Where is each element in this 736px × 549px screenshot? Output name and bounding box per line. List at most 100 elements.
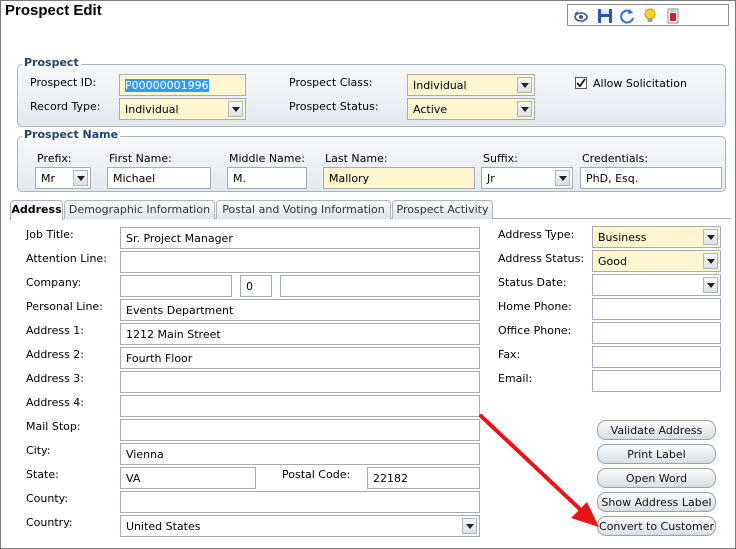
- state-field[interactable]: VA: [120, 467, 256, 489]
- prospect-status-value: Active: [413, 103, 448, 116]
- view-icon[interactable]: [573, 8, 589, 24]
- postal-code-field[interactable]: 22182: [367, 467, 480, 489]
- suffix-value: Jr: [487, 172, 495, 185]
- suffix-select[interactable]: Jr: [481, 167, 573, 189]
- county-field[interactable]: [120, 491, 480, 513]
- address1-label: Address 1:: [26, 324, 85, 337]
- country-value: United States: [126, 520, 201, 533]
- state-label: State:: [26, 468, 59, 481]
- first-name-label: First Name:: [109, 152, 172, 165]
- country-select[interactable]: United States: [120, 515, 480, 537]
- chevron-down-icon[interactable]: [517, 77, 532, 93]
- attention-line-field[interactable]: [120, 251, 480, 273]
- address-status-select[interactable]: Good: [592, 250, 721, 272]
- city-field[interactable]: Vienna: [120, 443, 480, 465]
- first-name-field[interactable]: Michael: [107, 167, 211, 189]
- refresh-icon[interactable]: [619, 8, 635, 24]
- record-type-select[interactable]: Individual: [119, 98, 246, 120]
- lightbulb-icon[interactable]: [642, 8, 658, 24]
- tab-prospect-activity[interactable]: Prospect Activity: [392, 200, 493, 219]
- suffix-label: Suffix:: [483, 152, 518, 165]
- address4-field[interactable]: [120, 395, 480, 417]
- validate-address-button[interactable]: Validate Address: [597, 420, 716, 440]
- convert-to-customer-button[interactable]: Convert to Customer: [597, 516, 716, 536]
- tab-demographic-information[interactable]: Demographic Information: [64, 200, 215, 219]
- email-field[interactable]: [592, 370, 721, 392]
- country-label: Country:: [26, 516, 73, 529]
- address-type-label: Address Type:: [498, 228, 575, 241]
- job-title-label: Job Title:: [26, 228, 74, 241]
- prospect-class-select[interactable]: Individual: [407, 74, 535, 96]
- chevron-down-icon[interactable]: [517, 101, 532, 117]
- company-name-field[interactable]: [280, 275, 480, 297]
- personal-line-label: Personal Line:: [26, 300, 103, 313]
- address4-label: Address 4:: [26, 396, 85, 409]
- company-label: Company:: [26, 276, 82, 289]
- email-label: Email:: [498, 372, 533, 385]
- company-number-field[interactable]: 0: [240, 275, 272, 297]
- toolbar: [567, 4, 729, 26]
- office-phone-field[interactable]: [592, 322, 721, 344]
- prospect-group-title: Prospect: [22, 56, 81, 69]
- print-label-button[interactable]: Print Label: [597, 444, 716, 464]
- fax-field[interactable]: [592, 346, 721, 368]
- address2-field[interactable]: Fourth Floor: [120, 347, 480, 369]
- chevron-down-icon[interactable]: [703, 253, 718, 269]
- address-type-value: Business: [598, 231, 647, 244]
- address3-label: Address 3:: [26, 372, 85, 385]
- last-name-label: Last Name:: [325, 152, 388, 165]
- fax-label: Fax:: [498, 348, 521, 361]
- record-type-label: Record Type:: [30, 100, 101, 113]
- last-name-field[interactable]: Mallory: [323, 167, 475, 189]
- tab-address[interactable]: Address: [10, 200, 63, 220]
- company-field[interactable]: [120, 275, 232, 297]
- prospect-status-label: Prospect Status:: [289, 100, 379, 113]
- allow-solicitation-label: Allow Solicitation: [593, 77, 687, 90]
- address1-field[interactable]: 1212 Main Street: [120, 323, 480, 345]
- save-icon[interactable]: [597, 8, 613, 24]
- show-address-label-button[interactable]: Show Address Label: [597, 492, 716, 512]
- prefix-value: Mr: [41, 172, 56, 185]
- credentials-label: Credentials:: [582, 152, 649, 165]
- prefix-label: Prefix:: [37, 152, 72, 165]
- allow-solicitation-checkbox[interactable]: [575, 77, 587, 89]
- address-status-label: Address Status:: [498, 252, 585, 265]
- prospect-class-label: Prospect Class:: [289, 76, 373, 89]
- city-label: City:: [26, 444, 51, 457]
- prospect-id-value: P00000001996: [125, 79, 209, 92]
- mail-stop-field[interactable]: [120, 419, 480, 441]
- status-date-field[interactable]: [592, 274, 721, 296]
- prospect-id-field[interactable]: P00000001996: [119, 74, 246, 96]
- record-type-value: Individual: [125, 103, 179, 116]
- middle-name-field[interactable]: M.: [227, 167, 307, 189]
- status-date-label: Status Date:: [498, 276, 567, 289]
- prospect-status-select[interactable]: Active: [407, 98, 535, 120]
- postal-code-label: Postal Code:: [282, 468, 351, 481]
- chevron-down-icon[interactable]: [703, 229, 718, 245]
- tab-postal-and-voting-information[interactable]: Postal and Voting Information: [216, 200, 391, 219]
- office-phone-label: Office Phone:: [498, 324, 572, 337]
- personal-line-field[interactable]: Events Department: [120, 299, 480, 321]
- address3-field[interactable]: [120, 371, 480, 393]
- credentials-field[interactable]: PhD, Esq.: [580, 167, 722, 189]
- prospect-class-value: Individual: [413, 79, 467, 92]
- address2-label: Address 2:: [26, 348, 85, 361]
- prospect-id-label: Prospect ID:: [30, 76, 97, 89]
- county-label: County:: [26, 492, 69, 505]
- chevron-down-icon[interactable]: [228, 101, 243, 117]
- attention-line-label: Attention Line:: [26, 252, 107, 265]
- page-title: Prospect Edit: [5, 2, 102, 19]
- middle-name-label: Middle Name:: [229, 152, 305, 165]
- open-word-button[interactable]: Open Word: [597, 468, 716, 488]
- chevron-down-icon[interactable]: [703, 277, 718, 293]
- mail-stop-label: Mail Stop:: [26, 420, 81, 433]
- home-phone-field[interactable]: [592, 298, 721, 320]
- prefix-select[interactable]: Mr: [35, 167, 91, 189]
- chevron-down-icon[interactable]: [73, 170, 88, 186]
- chevron-down-icon[interactable]: [555, 170, 570, 186]
- home-phone-label: Home Phone:: [498, 300, 572, 313]
- address-type-select[interactable]: Business: [592, 226, 721, 248]
- job-title-field[interactable]: Sr. Project Manager: [120, 227, 480, 249]
- report-icon[interactable]: [665, 8, 681, 24]
- address-status-value: Good: [598, 255, 627, 268]
